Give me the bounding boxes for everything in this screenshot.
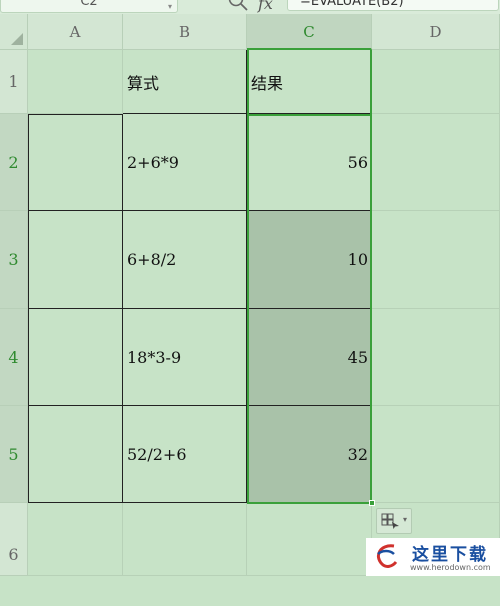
cell-c5[interactable]: 32 [247,406,372,503]
cell-b3[interactable]: 6+8/2 [123,211,247,309]
cell-d4[interactable] [372,309,500,406]
row-header-4[interactable]: 4 [0,309,28,406]
row-header-5[interactable]: 5 [0,406,28,503]
watermark: 这里下载 www.herodown.com [366,538,500,576]
formula-bar: C2 ▾ fx =EVALUATE(B2) [0,0,500,14]
cell-c2[interactable]: 56 [247,114,372,211]
fill-options-icon [381,513,399,529]
column-header-a[interactable]: A [28,14,123,50]
column-header-c[interactable]: C [247,14,372,50]
search-icon[interactable] [227,0,249,12]
cell-a2[interactable] [28,114,123,211]
select-all-icon [11,33,23,45]
row-header-1[interactable]: 1 [0,50,28,114]
chevron-down-icon[interactable]: ▾ [403,515,407,524]
row-header-3[interactable]: 3 [0,211,28,309]
column-header-b[interactable]: B [123,14,247,50]
row-header-2[interactable]: 2 [0,114,28,211]
cell-d5[interactable] [372,406,500,503]
watermark-logo-icon [377,544,398,568]
cell-c1[interactable]: 结果 [247,50,372,114]
cell-b6[interactable] [123,503,247,576]
row-header-6[interactable]: 6 [0,503,28,576]
cell-d3[interactable] [372,211,500,309]
cell-c3[interactable]: 10 [247,211,372,309]
cell-a5[interactable] [28,406,123,503]
cell-d1[interactable] [372,50,500,114]
column-header-d[interactable]: D [372,14,500,50]
cell-b4[interactable]: 18*3-9 [123,309,247,406]
formula-input[interactable]: =EVALUATE(B2) [287,0,499,11]
cell-b1[interactable]: 算式 [123,50,247,114]
cell-a3[interactable] [28,211,123,309]
fx-icon[interactable]: fx [258,0,273,13]
cell-a1[interactable] [28,50,123,114]
cell-a6[interactable] [28,503,123,576]
chevron-down-icon[interactable]: ▾ [168,2,172,11]
watermark-text: 这里下载 [412,545,488,565]
fill-options-button[interactable]: ▾ [376,508,412,534]
cell-d2[interactable] [372,114,500,211]
select-all-corner[interactable] [0,14,28,50]
fill-handle[interactable] [369,500,375,506]
cell-b2[interactable]: 2+6*9 [123,114,247,211]
cell-a4[interactable] [28,309,123,406]
cell-b5[interactable]: 52/2+6 [123,406,247,503]
name-box[interactable]: C2 [0,0,178,13]
cell-c4[interactable]: 45 [247,309,372,406]
cell-c6[interactable] [247,503,372,576]
watermark-url: www.herodown.com [410,563,491,572]
